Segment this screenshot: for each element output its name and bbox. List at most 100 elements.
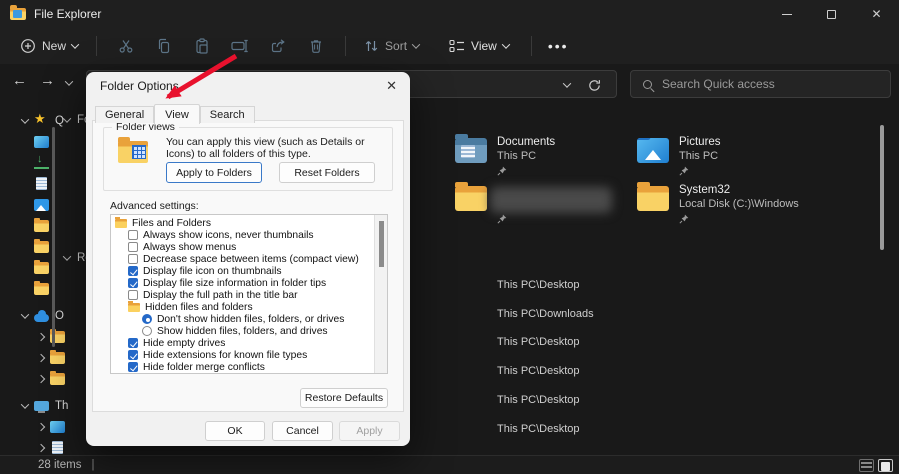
cut-icon	[118, 38, 134, 54]
folder-tile-icon	[637, 186, 669, 211]
reset-folders-button[interactable]: Reset Folders	[279, 162, 375, 183]
setting-control-icon[interactable]	[128, 338, 138, 348]
recent-file-location[interactable]: This PC\Desktop	[497, 279, 580, 291]
setting-label: Hidden files and folders	[145, 302, 253, 313]
setting-control-icon[interactable]	[128, 290, 138, 300]
setting-label: Display file size information in folder …	[143, 278, 326, 289]
expander-chevron-icon[interactable]	[38, 445, 50, 451]
chevron-down-icon	[71, 40, 79, 48]
copy-button[interactable]	[145, 38, 183, 54]
folder-options-dialog: Folder Options ✕ General View Search Fol…	[86, 72, 410, 446]
setting-control-icon[interactable]	[128, 362, 138, 372]
delete-button[interactable]	[297, 38, 335, 54]
search-input[interactable]: Search Quick access	[630, 70, 891, 98]
sort-button[interactable]: Sort	[356, 33, 427, 59]
list-scrollbar[interactable]	[374, 215, 387, 373]
minimize-button[interactable]	[764, 0, 809, 28]
address-dropdown-chevron-icon[interactable]	[563, 79, 571, 87]
recent-file-location[interactable]: This PC\Desktop	[497, 423, 580, 435]
dialog-tab[interactable]: General	[95, 106, 154, 123]
apply-button[interactable]: Apply	[339, 421, 400, 441]
expander-chevron-icon[interactable]	[22, 118, 34, 124]
close-button[interactable]: ✕	[854, 0, 899, 28]
advanced-setting-row[interactable]: Don't show hidden files, folders, or dri…	[111, 313, 375, 325]
sort-button-label: Sort	[385, 39, 407, 53]
advanced-setting-row[interactable]: Always show menus	[111, 241, 375, 253]
expander-chevron-icon[interactable]	[38, 334, 50, 340]
back-button[interactable]: ←	[12, 72, 27, 89]
list-scrollbar-thumb[interactable]	[379, 221, 384, 267]
large-icons-view-toggle[interactable]	[878, 459, 893, 472]
setting-control-icon[interactable]	[128, 266, 138, 276]
advanced-setting-row[interactable]: Always show icons, never thumbnails	[111, 229, 375, 241]
see-more-button[interactable]: •••	[548, 38, 569, 54]
content-scrollbar[interactable]	[880, 125, 884, 250]
sidebar-scrollbar[interactable]	[52, 127, 55, 347]
view-button[interactable]: View	[441, 33, 517, 59]
folder-tile[interactable]: System32 Local Disk (C:)\Windows	[637, 184, 817, 232]
folder-tile[interactable]	[455, 184, 635, 232]
folder-tile[interactable]: Pictures This PC	[637, 136, 817, 184]
refresh-icon[interactable]	[587, 78, 602, 93]
recent-file-location[interactable]: This PC\Downloads	[497, 308, 594, 320]
share-button[interactable]	[259, 38, 297, 54]
dialog-tab[interactable]: View	[154, 104, 200, 124]
advanced-setting-row[interactable]: Decrease space between items (compact vi…	[111, 253, 375, 265]
section-chevron-icon	[63, 252, 71, 260]
advanced-setting-row[interactable]: Display file size information in folder …	[111, 277, 375, 289]
advanced-setting-row[interactable]: Display the full path in the title bar	[111, 289, 375, 301]
folder-tile-name: Pictures	[679, 136, 721, 148]
advanced-setting-row[interactable]: Files and Folders	[111, 217, 375, 229]
expander-chevron-icon[interactable]	[22, 403, 34, 409]
recent-file-location[interactable]: This PC\Desktop	[497, 336, 580, 348]
pin-icon	[497, 214, 507, 224]
advanced-setting-row[interactable]: Hide extensions for known file types	[111, 349, 375, 361]
recent-file-location[interactable]: This PC\Desktop	[497, 365, 580, 377]
dialog-close-icon[interactable]: ✕	[386, 78, 397, 94]
plus-circle-icon	[20, 38, 36, 54]
setting-control-icon[interactable]	[142, 326, 152, 336]
maximize-button[interactable]	[809, 0, 854, 28]
forward-button[interactable]: →	[40, 72, 55, 89]
expander-chevron-icon[interactable]	[38, 424, 50, 430]
folder-tile[interactable]: Documents This PC	[455, 136, 635, 184]
setting-control-icon[interactable]	[128, 278, 138, 288]
cut-button[interactable]	[107, 38, 145, 54]
dialog-tab[interactable]: Search	[200, 106, 255, 123]
advanced-setting-row[interactable]	[111, 373, 375, 374]
setting-control-icon[interactable]	[128, 303, 140, 312]
folder-views-group: Folder views You can apply this view (su…	[103, 127, 393, 191]
chevron-down-icon	[502, 40, 510, 48]
expander-chevron-icon[interactable]	[38, 355, 50, 361]
ok-button[interactable]: OK	[205, 421, 265, 441]
recent-file-location[interactable]: This PC\Desktop	[497, 394, 580, 406]
rename-button[interactable]	[221, 38, 259, 54]
new-button[interactable]: New	[12, 32, 86, 60]
paste-button[interactable]	[183, 38, 221, 54]
sidebar-item-icon	[34, 314, 49, 322]
details-view-toggle[interactable]	[859, 459, 874, 472]
setting-control-icon[interactable]	[128, 230, 138, 240]
advanced-setting-row[interactable]: Display file icon on thumbnails	[111, 265, 375, 277]
setting-label: Show hidden files, folders, and drives	[157, 326, 328, 337]
setting-label: Files and Folders	[132, 218, 211, 229]
expander-chevron-icon[interactable]	[22, 313, 34, 319]
folder-views-description: You can apply this view (such as Details…	[166, 136, 390, 160]
sort-arrows-icon	[364, 39, 379, 53]
apply-to-folders-button[interactable]: Apply to Folders	[166, 162, 262, 183]
expander-chevron-icon[interactable]	[38, 376, 50, 382]
advanced-setting-row[interactable]: Hide empty drives	[111, 337, 375, 349]
cancel-button[interactable]: Cancel	[272, 421, 333, 441]
setting-control-icon[interactable]	[128, 242, 138, 252]
setting-control-icon[interactable]	[115, 219, 127, 228]
advanced-setting-row[interactable]: Show hidden files, folders, and drives	[111, 325, 375, 337]
setting-control-icon[interactable]	[128, 254, 138, 264]
setting-label: Decrease space between items (compact vi…	[143, 254, 359, 265]
setting-control-icon[interactable]	[128, 350, 138, 360]
setting-control-icon[interactable]	[142, 314, 152, 324]
advanced-setting-row[interactable]: Hidden files and folders	[111, 301, 375, 313]
restore-defaults-button[interactable]: Restore Defaults	[300, 388, 388, 408]
sidebar-item-icon	[34, 220, 49, 232]
recent-locations-chevron-icon[interactable]	[65, 77, 73, 85]
advanced-setting-row[interactable]: Hide folder merge conflicts	[111, 361, 375, 373]
